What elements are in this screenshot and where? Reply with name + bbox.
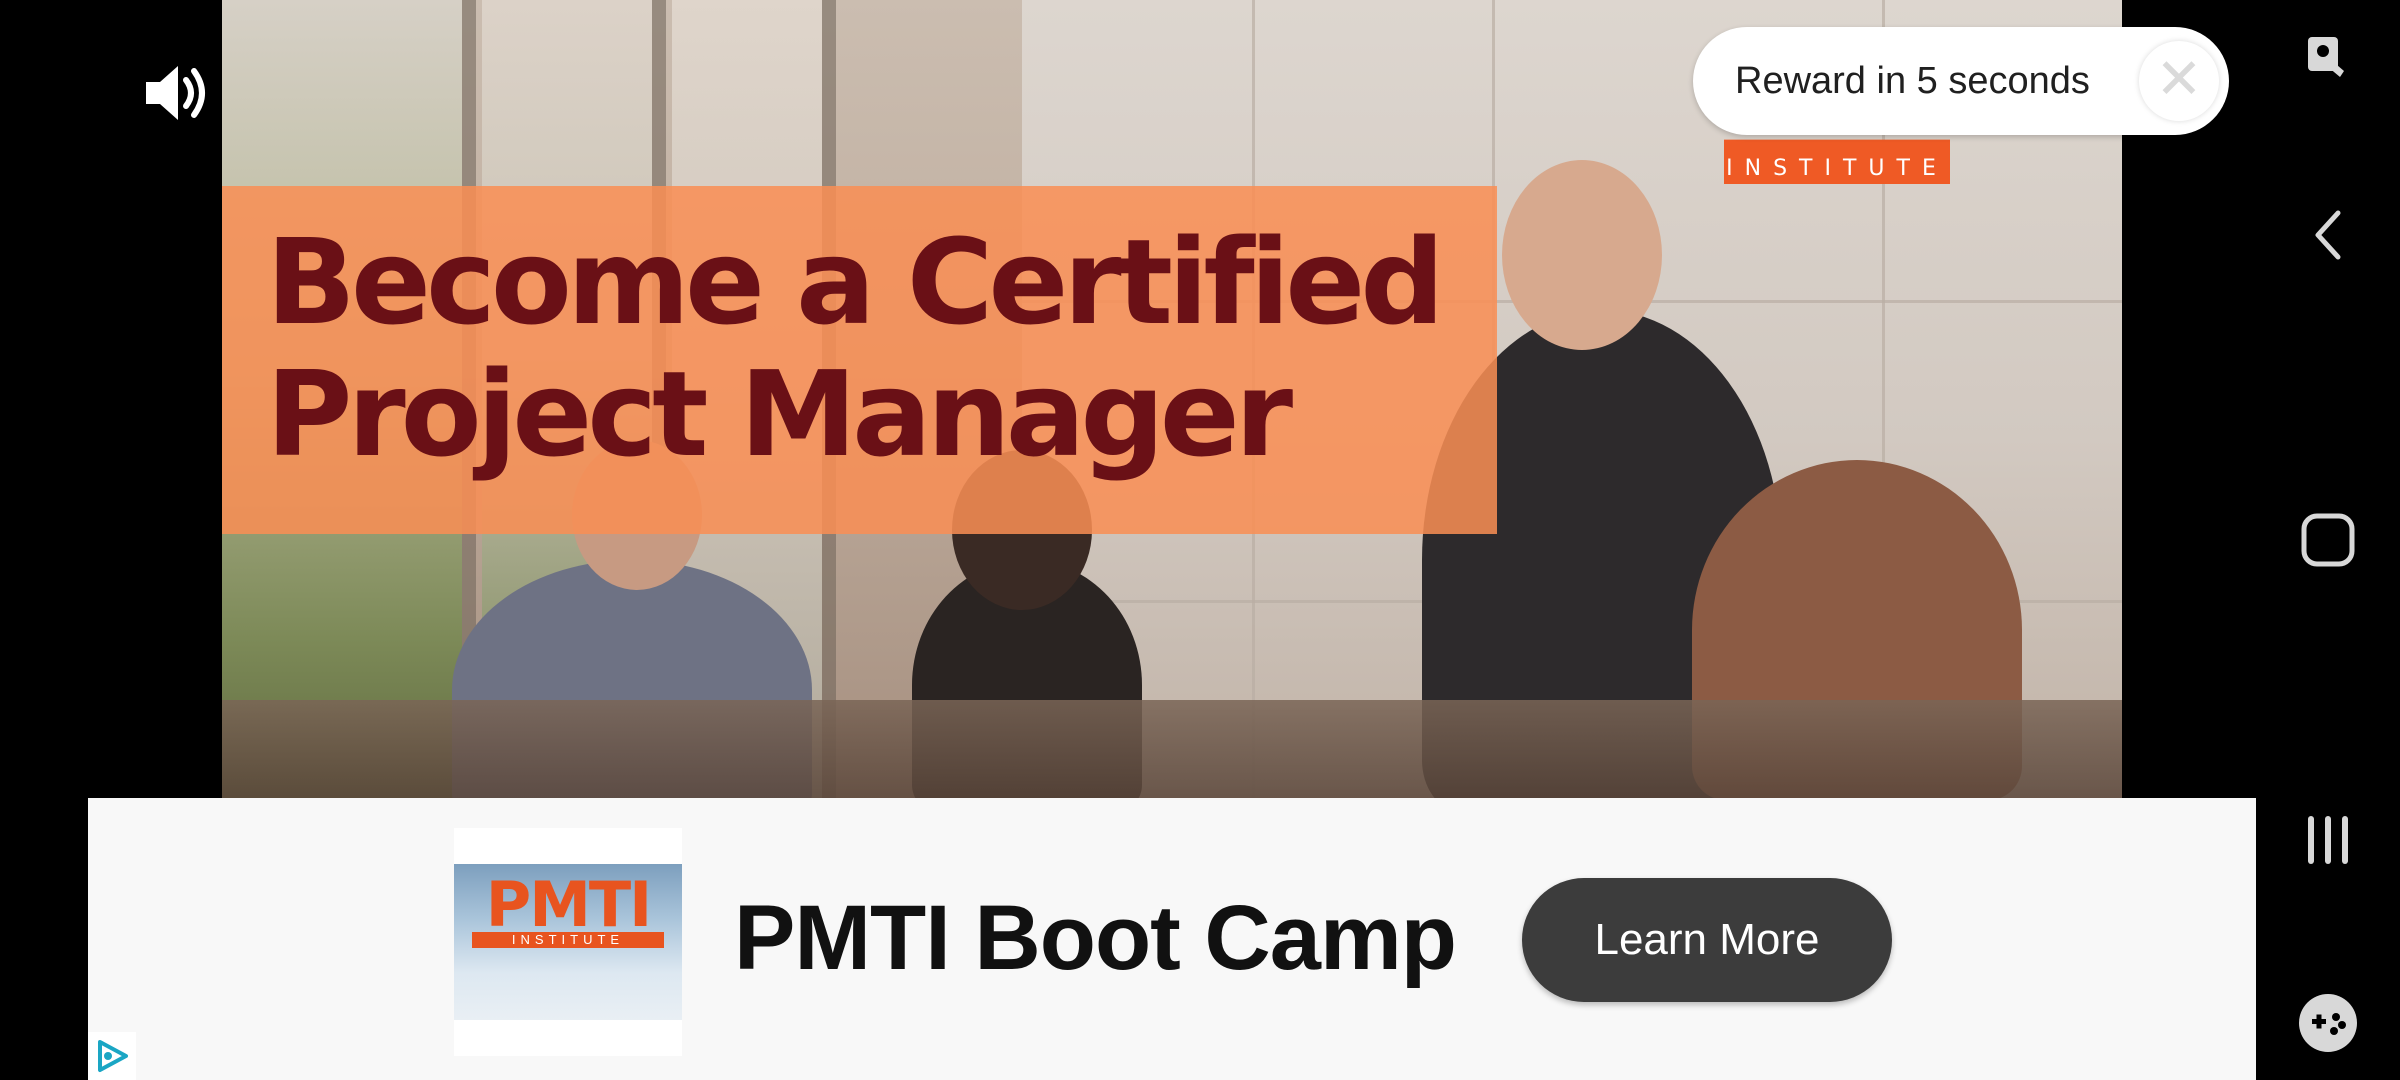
game-controller-icon-graphic — [2299, 994, 2357, 1052]
home-icon-graphic — [2301, 513, 2355, 567]
back-icon-graphic — [2315, 210, 2341, 260]
ad-headline: Become a Certified Project Manager — [266, 213, 1445, 483]
ad-screen: Become a Certified Project Manager INSTI… — [0, 0, 2400, 1080]
back-icon[interactable] — [2256, 200, 2400, 270]
person-standing-head — [1502, 160, 1662, 350]
adchoices-icon[interactable] — [88, 1032, 136, 1080]
learn-more-button[interactable]: Learn More — [1522, 878, 1892, 1002]
reward-timer-pill: Reward in 5 seconds ✕ — [1693, 27, 2229, 135]
volume-icon[interactable] — [140, 58, 210, 128]
ad-headline-line1: Become a Certified — [266, 213, 1445, 351]
screen-pin-icon[interactable] — [2256, 22, 2400, 92]
game-controller-icon[interactable] — [2256, 988, 2400, 1058]
recents-icon-graphic — [2308, 816, 2348, 864]
advertiser-logo[interactable]: PMTI INSTITUTE — [454, 828, 682, 1056]
adchoices-icon-graphic — [98, 1040, 128, 1072]
close-button[interactable]: ✕ — [2139, 41, 2219, 121]
advertiser-logo-text: PMTI — [485, 868, 653, 941]
recents-icon[interactable] — [2256, 800, 2400, 880]
home-icon[interactable] — [2256, 500, 2400, 580]
advertiser-logo-subtext: INSTITUTE — [472, 932, 664, 948]
meeting-table — [222, 700, 2122, 798]
advertiser-title[interactable]: PMTI Boot Camp — [734, 888, 1457, 988]
ad-headline-line2: Project Manager — [266, 345, 1293, 483]
volume-icon-graphic — [146, 66, 205, 120]
brand-logo-tagline: INSTITUTE — [1724, 154, 1950, 184]
navigation-bar — [2256, 0, 2400, 1080]
screen-pin-icon-graphic — [2308, 37, 2344, 77]
ad-banner[interactable]: PMTI INSTITUTE PMTI Boot Camp Learn More — [88, 798, 2256, 1080]
reward-countdown-text: Reward in 5 seconds — [1735, 60, 2090, 102]
